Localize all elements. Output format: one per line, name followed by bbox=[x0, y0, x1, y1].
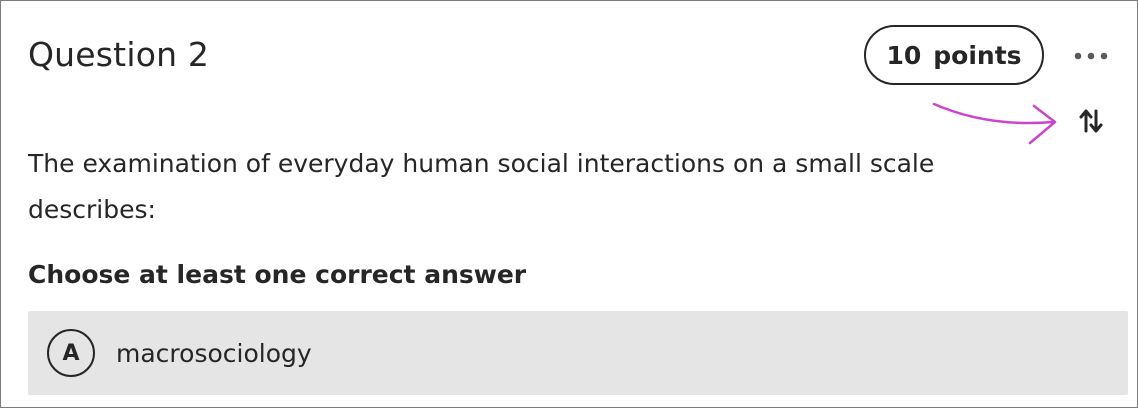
more-options-button[interactable] bbox=[1071, 41, 1111, 71]
option-text: macrosociology bbox=[116, 338, 312, 368]
more-horizontal-icon bbox=[1074, 52, 1108, 60]
question-title: Question 2 bbox=[28, 35, 210, 74]
option-letter-badge: A bbox=[47, 329, 95, 377]
points-label: points bbox=[933, 40, 1022, 70]
answer-option-a[interactable]: A macrosociology bbox=[28, 311, 1128, 395]
points-value: 10 bbox=[886, 40, 922, 70]
reorder-button[interactable] bbox=[1073, 103, 1109, 139]
reorder-arrows-icon bbox=[1079, 109, 1103, 133]
question-prompt: The examination of everyday human social… bbox=[28, 149, 935, 224]
answer-instruction: Choose at least one correct answer bbox=[28, 260, 527, 289]
question-card: Question 2 10 points The examination of … bbox=[0, 0, 1138, 408]
points-button[interactable]: 10 points bbox=[864, 25, 1044, 85]
